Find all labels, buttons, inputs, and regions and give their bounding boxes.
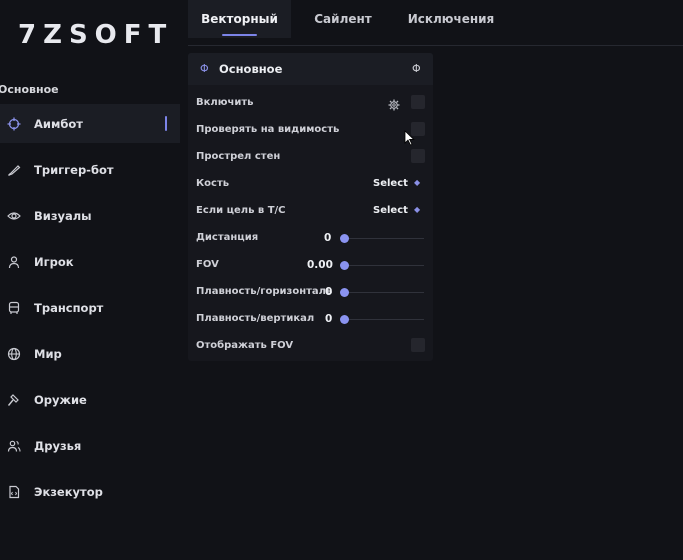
- sidebar-item-label: Аимбот: [34, 116, 83, 131]
- sidebar-item-label: Триггер-бот: [34, 162, 114, 177]
- distance-slider-thumb[interactable]: [340, 234, 349, 243]
- smooth-h-row: Плавность/горизонталь 0: [188, 283, 433, 303]
- sidebar-item-label: Визуалы: [34, 208, 92, 223]
- target-tc-row: Если цель в Т/С Select ◆: [188, 202, 433, 222]
- fov-value: 0.00: [307, 259, 333, 271]
- show-fov-label: Отображать FOV: [196, 340, 294, 351]
- wallbang-label: Прострел стен: [196, 151, 281, 162]
- sidebar-item-label: Мир: [34, 346, 62, 361]
- mouse-cursor-icon: [404, 130, 415, 150]
- enable-checkbox[interactable]: [411, 95, 425, 109]
- fov-slider-track[interactable]: [344, 265, 424, 266]
- distance-row: Дистанция 0: [188, 229, 433, 249]
- dropdown-arrow-icon[interactable]: ◆: [414, 205, 420, 214]
- wallbang-row: Прострел стен: [188, 148, 433, 168]
- eye-icon: [7, 209, 21, 223]
- target-tc-select[interactable]: Select: [373, 205, 408, 216]
- visibility-row: Проверять на видимость: [188, 121, 433, 141]
- globe-icon: [7, 347, 21, 361]
- smooth-v-slider-track[interactable]: [344, 319, 424, 320]
- gear-icon[interactable]: [388, 96, 400, 111]
- user-icon: [7, 255, 21, 269]
- sidebar-item-world[interactable]: Мир: [0, 334, 180, 373]
- distance-label: Дистанция: [196, 232, 259, 243]
- visibility-label: Проверять на видимость: [196, 124, 340, 135]
- smooth-v-row: Плавность/вертикал 0: [188, 310, 433, 330]
- wallbang-checkbox[interactable]: [411, 149, 425, 163]
- users-icon: [7, 439, 21, 453]
- dropdown-arrow-icon[interactable]: ◆: [414, 178, 420, 187]
- smooth-v-value: 0: [325, 313, 333, 325]
- bone-label: Кость: [196, 178, 230, 189]
- smooth-h-slider-thumb[interactable]: [340, 288, 349, 297]
- sidebar-item-transport[interactable]: Транспорт: [0, 288, 180, 327]
- tab-label: Векторный: [201, 12, 278, 26]
- sidebar-item-label: Экзекутор: [34, 484, 103, 499]
- show-fov-checkbox[interactable]: [411, 338, 425, 352]
- sidebar-item-label: Оружие: [34, 392, 87, 407]
- bone-row: Кость Select ◆: [188, 175, 433, 195]
- fov-label: FOV: [196, 259, 219, 270]
- script-file-icon: [7, 485, 21, 499]
- tab-bar: Векторный Сайлент Исключения: [188, 0, 683, 46]
- app-logo: 7ZSOFT: [18, 20, 174, 50]
- collapse-icon[interactable]: Φ: [412, 62, 421, 75]
- enable-label: Включить: [196, 97, 254, 108]
- sidebar-item-label: Игрок: [34, 254, 74, 269]
- active-tab-indicator: [222, 34, 257, 36]
- smooth-h-value: 0: [325, 286, 333, 298]
- fov-row: FOV 0.00: [188, 256, 433, 276]
- sidebar-item-triggerbot[interactable]: Триггер-бот: [0, 150, 180, 189]
- crosshair-icon: [7, 117, 21, 131]
- tab-vector[interactable]: Векторный: [188, 0, 291, 38]
- sidebar-item-friends[interactable]: Друзья: [0, 426, 180, 465]
- smooth-h-slider-track[interactable]: [344, 292, 424, 293]
- knife-icon: [7, 163, 21, 177]
- sidebar-item-visuals[interactable]: Визуалы: [0, 196, 180, 235]
- target-tc-label: Если цель в Т/С: [196, 205, 286, 216]
- tab-exceptions[interactable]: Исключения: [400, 0, 502, 38]
- sidebar-item-label: Друзья: [34, 438, 82, 453]
- sidebar-item-executor[interactable]: Экзекутор: [0, 472, 180, 511]
- bone-select[interactable]: Select: [373, 178, 408, 189]
- section-icon: Φ: [200, 62, 209, 75]
- smooth-h-label: Плавность/горизонталь: [196, 286, 333, 297]
- panel-header: Φ Основное Φ: [188, 53, 433, 85]
- smooth-v-label: Плавность/вертикал: [196, 313, 315, 324]
- sidebar-item-player[interactable]: Игрок: [0, 242, 180, 281]
- tab-silent[interactable]: Сайлент: [301, 0, 385, 38]
- tab-label: Исключения: [407, 12, 495, 26]
- tab-label: Сайлент: [314, 12, 372, 26]
- show-fov-row: Отображать FOV: [188, 337, 433, 357]
- panel-title: Основное: [219, 62, 283, 76]
- sidebar-item-aimbot[interactable]: Аимбот: [0, 104, 180, 143]
- hammer-icon: [7, 393, 21, 407]
- sidebar-item-weapons[interactable]: Оружие: [0, 380, 180, 419]
- fov-slider-thumb[interactable]: [340, 261, 349, 270]
- enable-row: Включить: [188, 94, 433, 114]
- vehicle-icon: [7, 301, 21, 315]
- smooth-v-slider-thumb[interactable]: [340, 315, 349, 324]
- distance-slider-track[interactable]: [344, 238, 424, 239]
- settings-panel: Φ Основное Φ Включить Проверять на видим…: [188, 53, 433, 361]
- active-indicator: [165, 116, 167, 131]
- sidebar-section-label: Основное: [0, 83, 59, 96]
- sidebar: 7ZSOFT Основное Аимбот Триггер-бот Визуа…: [0, 0, 188, 560]
- sidebar-item-label: Транспорт: [34, 300, 104, 315]
- distance-value: 0: [324, 232, 332, 244]
